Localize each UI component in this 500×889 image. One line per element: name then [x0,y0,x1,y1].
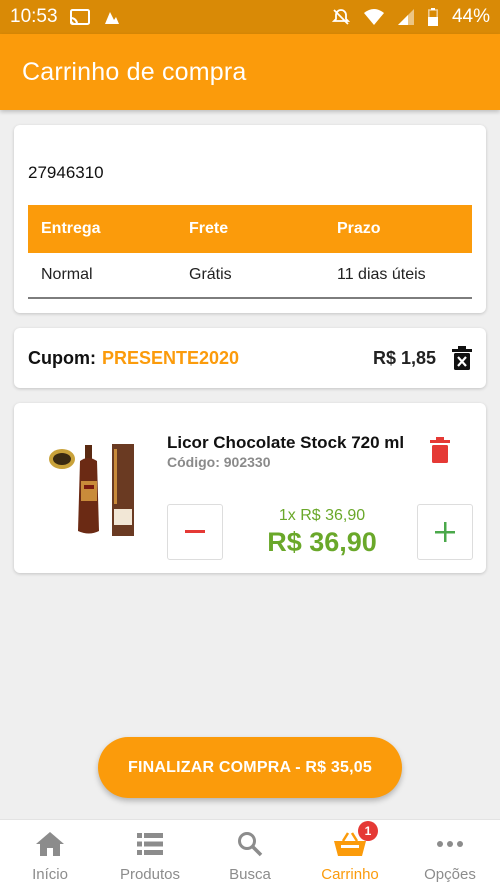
trash-icon [430,437,450,463]
cell-prazo: 11 dias úteis [337,266,426,283]
wifi-icon [363,9,384,25]
product-image [42,439,138,539]
nav-label-busca: Busca [229,866,271,883]
trash-icon [452,346,472,370]
nav-item-busca[interactable]: Busca [200,820,300,889]
coupon-value: R$ 1,85 [372,347,436,368]
remove-item-button[interactable] [430,437,450,468]
cart-count-badge: 1 [358,821,378,841]
clock: 10:53 [10,6,58,27]
nav-item-inicio[interactable]: Início [0,820,100,889]
coupon-card: Cupom: PRESENTE2020 R$ 1,85 [14,328,486,388]
mute-icon [331,8,350,26]
minus-icon [185,530,205,533]
nav-item-opcoes[interactable]: Opções [400,820,500,889]
cell-frete: Grátis [189,266,232,283]
battery-icon [427,8,438,26]
cep-value: 27946310 [28,163,104,182]
signal-icon [397,9,414,25]
search-icon [238,832,263,857]
header-frete: Frete [189,220,229,237]
remove-coupon-button[interactable] [452,346,472,370]
coupon-label: Cupom: [28,347,96,368]
home-icon [36,832,64,856]
shipping-card: 27946310 Entrega Frete Prazo Normal Grát… [14,125,486,313]
page-title: Carrinho de compra [22,57,247,86]
increase-quantity-button[interactable] [417,504,473,560]
cell-entrega: Normal [41,266,93,283]
nav-label-opcoes: Opções [424,866,476,883]
nav-item-carrinho[interactable]: 1 Carrinho [300,820,400,889]
header-entrega: Entrega [41,220,101,237]
header-prazo: Prazo [337,220,381,237]
table-row[interactable]: Normal Grátis 11 dias úteis [28,253,472,299]
product-name: Licor Chocolate Stock 720 ml [167,433,405,452]
unit-price: 1x R$ 36,90 [278,507,366,524]
nav-label-inicio: Início [32,866,68,883]
item-total: R$ 36,90 [267,527,377,557]
decrease-quantity-button[interactable] [167,504,223,560]
shipping-table-header: Entrega Frete Prazo [28,205,472,253]
notification-app-icon [102,8,120,26]
checkout-button[interactable]: FINALIZAR COMPRA - R$ 35,05 [98,737,402,798]
shipping-table: Entrega Frete Prazo Normal Grátis 11 dia… [28,205,472,299]
nav-label-produtos: Produtos [119,866,181,883]
more-icon [437,841,463,847]
product-code: Código: 902330 [167,454,271,470]
list-icon [137,833,163,855]
status-bar: 10:53 44% [0,0,500,34]
plus-icon [435,522,455,542]
coupon-code: PRESENTE2020 [101,347,240,368]
cart-item: Licor Chocolate Stock 720 ml Código: 902… [14,403,486,573]
app-bar: Carrinho de compra [0,34,500,110]
bottom-navigation: Início Produtos Busca 1 Carrinho Opções [0,819,500,889]
nav-item-produtos[interactable]: Produtos [100,820,200,889]
nav-label-carrinho: Carrinho [321,866,379,883]
battery-level: 44% [451,6,490,27]
cast-icon [69,9,90,25]
